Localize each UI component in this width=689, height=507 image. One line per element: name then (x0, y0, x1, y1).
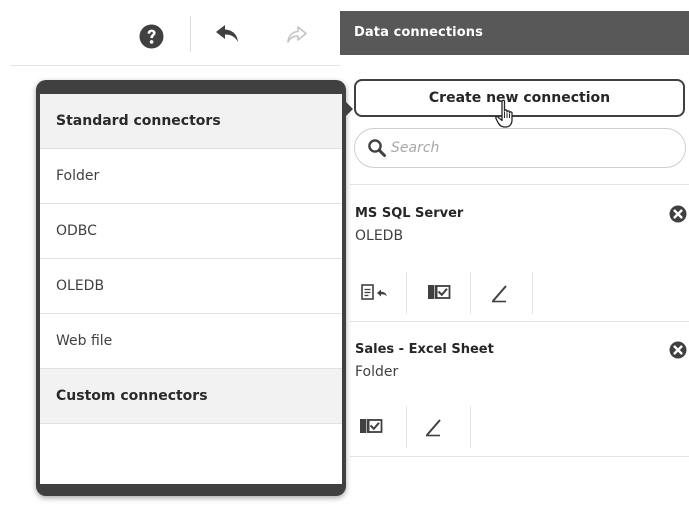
edit-pencil-icon[interactable] (418, 406, 458, 448)
remove-connection-icon[interactable] (669, 205, 687, 223)
connection-name: MS SQL Server (355, 206, 464, 221)
connection-name: Sales - Excel Sheet (355, 342, 494, 357)
connector-item-folder[interactable]: Folder (40, 149, 342, 204)
toolbar (0, 0, 340, 66)
connection-actions (354, 272, 534, 314)
create-new-connection-button[interactable]: Create new connection (354, 79, 685, 117)
help-icon[interactable] (139, 24, 164, 49)
connector-item-web-file[interactable]: Web file (40, 314, 342, 369)
hand-cursor-icon (495, 99, 519, 129)
connection-type: Folder (355, 364, 399, 380)
connection-type: OLEDB (355, 228, 404, 244)
connection-actions (354, 406, 474, 448)
panel-divider (350, 456, 689, 457)
select-data-icon[interactable] (354, 406, 394, 448)
search-input[interactable]: Search (354, 128, 686, 168)
toolbar-separator (190, 16, 191, 52)
edit-pencil-icon[interactable] (484, 272, 524, 314)
action-separator (470, 272, 471, 314)
action-separator (532, 272, 533, 314)
toolbar-divider (10, 65, 340, 66)
action-separator (406, 406, 407, 448)
insert-script-icon[interactable] (354, 272, 394, 314)
custom-connectors-header: Custom connectors (40, 369, 342, 424)
search-icon (367, 138, 387, 158)
remove-connection-icon[interactable] (669, 341, 687, 359)
panel-title: Data connections (354, 25, 483, 40)
popover-arrow (345, 101, 353, 117)
connector-popover: Standard connectors Folder ODBC OLEDB We… (36, 80, 346, 496)
undo-icon[interactable] (214, 23, 242, 45)
search-placeholder: Search (391, 140, 440, 156)
panel-header: Data connections (340, 11, 689, 55)
action-separator (406, 272, 407, 314)
connector-item-oledb[interactable]: OLEDB (40, 259, 342, 314)
redo-icon[interactable] (286, 25, 308, 45)
data-connections-panel: Data connections Create new connection S… (340, 0, 689, 507)
select-data-icon[interactable] (422, 272, 462, 314)
panel-divider (350, 184, 689, 185)
action-separator (470, 406, 471, 448)
standard-connectors-header: Standard connectors (40, 94, 342, 149)
panel-divider (350, 321, 689, 322)
connector-item-odbc[interactable]: ODBC (40, 204, 342, 259)
connector-list: Standard connectors Folder ODBC OLEDB We… (40, 94, 342, 484)
